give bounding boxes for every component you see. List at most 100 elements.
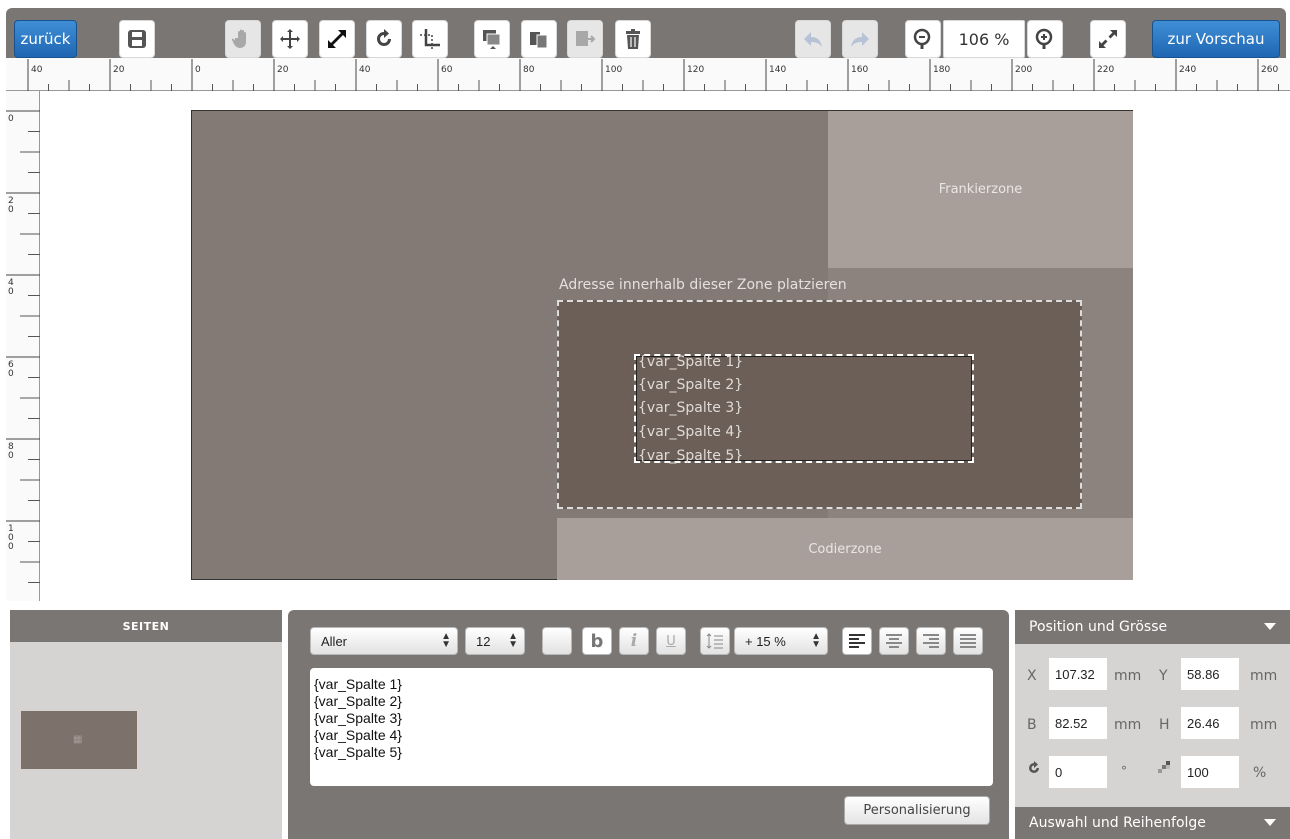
selection-order-title: Auswahl und Reihenfolge [1029,815,1206,831]
text-frame[interactable]: {var_Spalte 1} {var_Spalte 2} {var_Spalt… [634,354,974,464]
line-spacing-select[interactable]: + 15 % ▲ ▼ [734,627,828,655]
font-size-select[interactable]: 12 ▲ ▼ [465,627,525,655]
hand-tool-button[interactable] [225,20,261,58]
envelope-canvas[interactable]: Frankierzone Codierzone Adresse innerhal… [191,110,1133,580]
expand-icon [1099,30,1117,48]
position-size-panel: Position und Grösse X 107.32 mm Y 58.86 … [1015,610,1290,839]
align-center-button[interactable] [879,627,909,655]
ruler-label: 20 [113,65,125,75]
resize-tool-button[interactable] [319,20,355,58]
line-spacing-icon [706,633,723,649]
ruler-label: 80 [523,65,535,75]
paste-button[interactable] [567,20,603,58]
select-arrows-icon: ▲ ▼ [441,631,451,650]
pages-panel-title: SEITEN [10,610,282,642]
ruler-label: 220 [1097,65,1114,75]
height-input[interactable]: 26.46 [1181,707,1239,739]
codier-zone: Codierzone [557,518,1133,580]
crop-icon [420,29,440,49]
address-zone: {var_Spalte 1} {var_Spalte 2} {var_Spalt… [557,300,1082,509]
back-button[interactable]: zurück [14,20,77,58]
selection-order-header[interactable]: Auswahl und Reihenfolge [1015,807,1290,839]
save-button[interactable] [119,20,155,58]
personalize-button[interactable]: Personalisierung [844,796,990,825]
opacity-input[interactable]: 100 [1181,756,1239,788]
move-tool-button[interactable] [272,20,308,58]
align-right-button[interactable] [916,627,946,655]
ruler-label: 20 [277,65,289,75]
delete-button[interactable] [615,20,651,58]
width-input[interactable]: 82.52 [1049,707,1107,739]
ruler-label: 160 [851,65,868,75]
horizontal-ruler: 40 20 0 20 40 60 80 100 120 140 160 180 200 220 240 260 [6,58,1290,91]
font-size-value: 12 [476,633,491,649]
editor-line: {var_Spalte 3} [314,710,402,726]
ruler-label: 200 [1015,65,1032,75]
fit-view-button[interactable] [1090,20,1126,58]
select-arrows-icon: ▲ ▼ [811,631,821,650]
opacity-icon [1157,760,1173,780]
align-left-button[interactable] [842,627,872,655]
x-unit: mm [1114,668,1142,684]
position-size-header[interactable]: Position und Grösse [1015,610,1290,644]
editor-line: {var_Spalte 5} [314,744,402,760]
italic-icon: i [630,631,638,651]
ruler-label: 240 [1179,65,1196,75]
rotation-input[interactable]: 0 [1049,756,1107,788]
text-color-button[interactable] [542,627,572,655]
editor-line: {var_Spalte 4} [314,727,402,743]
bold-icon: b [590,630,604,652]
ruler-label: 0 [195,65,201,75]
select-arrows-icon: ▲ ▼ [508,631,518,650]
rotate-tool-button[interactable] [366,20,402,58]
align-left-icon [849,634,865,648]
crop-tool-button[interactable] [412,20,448,58]
resize-diagonal-icon [328,30,346,48]
editor-line: {var_Spalte 1} [314,676,402,692]
bold-button[interactable]: b [582,627,612,655]
font-family-value: Aller [321,633,348,649]
x-label: X [1027,668,1037,684]
text-editor-field[interactable]: {var_Spalte 1} {var_Spalte 2} {var_Spalt… [310,668,993,786]
align-justify-button[interactable] [953,627,983,655]
align-center-icon [886,634,902,648]
undo-icon [804,32,822,47]
y-unit: mm [1250,668,1278,684]
zoom-out-button[interactable] [905,20,941,58]
rotation-icon [1026,760,1042,780]
ruler-label: 100 [605,65,622,75]
zoom-in-icon [1035,28,1053,49]
ruler-label: 0 [8,287,14,297]
y-input[interactable]: 58.86 [1181,658,1239,690]
height-label: H [1159,717,1170,733]
preview-button[interactable]: zur Vorschau [1152,20,1280,58]
address-zone-label: Adresse innerhalb dieser Zone platzieren [559,277,847,293]
canvas-text-line: {var_Spalte 4} [638,424,744,440]
line-spacing-button[interactable] [700,627,730,655]
codier-zone-label: Codierzone [808,541,882,557]
paste-icon [576,31,596,46]
hand-icon [231,29,246,48]
image-layers-icon [483,30,501,49]
x-input[interactable]: 107.32 [1049,658,1107,690]
font-family-select[interactable]: Aller ▲ ▼ [310,627,458,655]
frankier-zone: Frankierzone [828,111,1133,268]
ruler-label: 60 [441,65,453,75]
image-button[interactable] [474,20,510,58]
zoom-in-button[interactable] [1027,20,1063,58]
page-thumbnail[interactable]: ▦ [21,711,137,769]
rotation-unit: ° [1121,764,1127,778]
align-right-icon [923,634,939,648]
frankier-zone-label: Frankierzone [938,182,1023,197]
underline-button[interactable]: U [656,627,686,655]
text-editor-panel: Aller ▲ ▼ 12 ▲ ▼ b i U + 15 % ▲ ▼ {var_S… [288,610,1009,839]
undo-button[interactable] [795,20,831,58]
pages-panel: SEITEN ▦ [10,610,282,839]
copy-button[interactable] [521,20,557,58]
ruler-label: 0 [8,114,14,124]
canvas-text-line: {var_Spalte 5} [638,448,744,464]
canvas-text-line: {var_Spalte 1} [638,354,744,370]
redo-button[interactable] [842,20,878,58]
italic-button[interactable]: i [619,627,649,655]
ruler-label: 260 [1261,65,1278,75]
